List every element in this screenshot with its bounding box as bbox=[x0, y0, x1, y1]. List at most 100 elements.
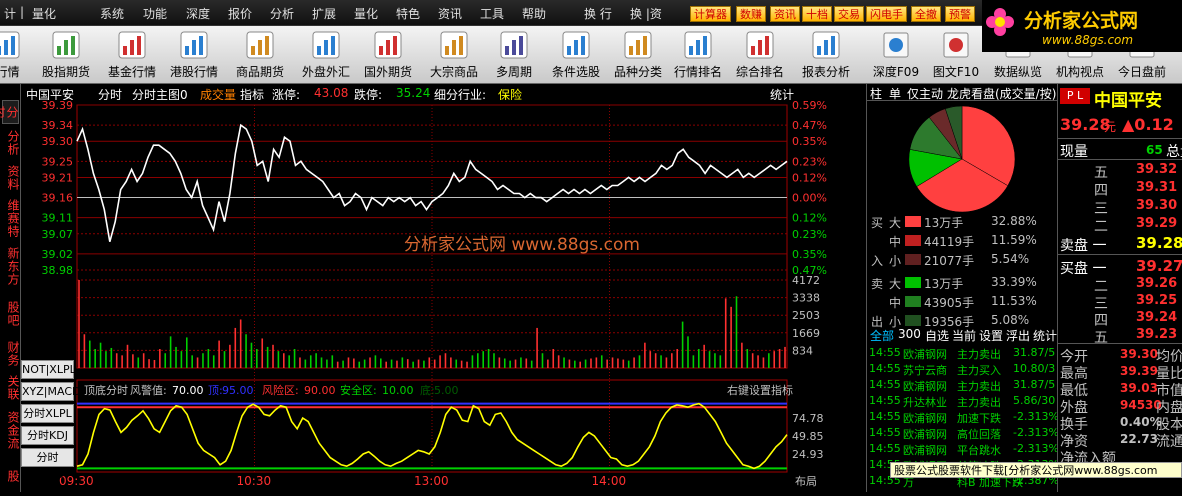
left-tab-6[interactable]: 财务 bbox=[2, 338, 20, 370]
left-tab-4[interactable]: 新东方 bbox=[2, 242, 20, 290]
level10-button[interactable]: 十档 bbox=[802, 6, 832, 22]
globe-chart-icon bbox=[312, 31, 340, 59]
menu-feature[interactable]: 特色 bbox=[396, 5, 420, 22]
left-tab-2[interactable]: 资料 bbox=[2, 162, 20, 194]
flow-value: 44119手 bbox=[924, 235, 975, 249]
bid-price: 39.23 bbox=[1136, 327, 1178, 342]
left-tab-3[interactable]: 维赛特 bbox=[2, 196, 20, 240]
stat-row: 最高 39.39 量比 bbox=[1058, 363, 1182, 382]
indicator-button-4[interactable]: 分时MACD bbox=[21, 448, 74, 481]
trade-button[interactable]: 交易 bbox=[834, 6, 864, 22]
toolbar-button-5[interactable]: 外盘外汇 bbox=[292, 28, 360, 82]
trade-row[interactable]: 14:55 欧浦钢网 加速下跌 -2.313% bbox=[867, 410, 1057, 426]
left-tab-5[interactable]: 股吧 bbox=[2, 292, 20, 336]
layout-button[interactable]: 布局 bbox=[795, 475, 817, 488]
flow-swatch bbox=[905, 254, 921, 265]
filter-watchlist[interactable]: 自选 bbox=[925, 327, 949, 344]
toolbar-button-9[interactable]: 条件选股 bbox=[542, 28, 610, 82]
menu-quant2[interactable]: 量化 bbox=[354, 5, 378, 22]
left-tab-1[interactable]: 分析 bbox=[2, 126, 20, 160]
menu-analysis[interactable]: 分析 bbox=[270, 5, 294, 22]
tab-single[interactable]: 单 bbox=[889, 85, 901, 102]
menu-quote[interactable]: 报价 bbox=[228, 5, 252, 22]
indicator-settings-hint[interactable]: 右键设置指标 bbox=[727, 383, 793, 397]
toolbar-button-10[interactable]: 品种分类 bbox=[604, 28, 672, 82]
toolbar-button-4[interactable]: 商品期货 bbox=[226, 28, 294, 82]
cancel-all-button[interactable]: 全撤 bbox=[911, 6, 941, 22]
toolbar-button-7[interactable]: 大宗商品 bbox=[420, 28, 488, 82]
trade-time: 14:55 bbox=[869, 378, 901, 391]
filter-float[interactable]: 浮出 bbox=[1006, 327, 1030, 344]
scroll-up-icon[interactable] bbox=[1, 86, 20, 98]
intraday-chart[interactable]: 39.39 0.59% 39.34 0.47% 39.30 0.35% 39.25 0.23%… bbox=[22, 100, 866, 492]
flow-sub: 中 bbox=[889, 296, 902, 310]
menu-extend[interactable]: 扩展 bbox=[312, 5, 336, 22]
menu-function[interactable]: 功能 bbox=[143, 5, 167, 22]
news-button[interactable]: 资讯 bbox=[770, 6, 800, 22]
trade-row[interactable]: 14:55 欧浦钢网 高位回落 -2.313% bbox=[867, 426, 1057, 442]
ad-banner[interactable]: 股票公式股票软件下载[分析家公式网www.88gs.com bbox=[890, 462, 1182, 478]
trade-row[interactable]: 14:55 欧浦钢网 主力卖出 31.87/5 bbox=[867, 378, 1057, 394]
tab-dragon-tiger[interactable]: 龙虎看盘(成交量/按) bbox=[947, 85, 1057, 102]
capital-flow-panel: 柱 单 仅主动 龙虎看盘(成交量/按) 买大 13万手 32.88% 中 44119手 1… bbox=[866, 84, 1057, 492]
pct-tick-label: 0.35% bbox=[792, 135, 827, 148]
indicator-button-0[interactable]: NOT|XLPL bbox=[21, 360, 76, 379]
menu-tools[interactable]: 工具 bbox=[480, 5, 504, 22]
indicator-header-text: 安全区: bbox=[340, 383, 377, 397]
toolbar-button-3[interactable]: 港股行情 bbox=[160, 28, 228, 82]
left-tab-9[interactable]: 股 bbox=[2, 456, 20, 496]
trade-row[interactable]: 14:55 苏宁云商 主力买入 10.80/3 bbox=[867, 362, 1057, 378]
tab-active-only[interactable]: 仅主动 bbox=[907, 85, 943, 102]
time-label: 09:30 bbox=[59, 474, 94, 488]
pct-tick-label: 0.12% bbox=[792, 212, 827, 225]
toolbar-button-8[interactable]: 多周期 bbox=[480, 28, 548, 82]
trade-row[interactable]: 14:55 升达林业 主力卖出 5.86/30 bbox=[867, 394, 1057, 410]
trade-stock: 苏宁云商 bbox=[903, 364, 947, 377]
calculator-button[interactable]: 计算器 bbox=[690, 6, 731, 22]
menu-system[interactable]: 系统 bbox=[100, 5, 124, 22]
indicator-button-2[interactable]: 分时XLPL bbox=[21, 404, 74, 423]
menu-switch-line[interactable]: 换 行 bbox=[584, 5, 612, 22]
toolbar-right-button-0[interactable]: 深度F09 bbox=[862, 28, 930, 82]
toolbar-button-12[interactable]: 综合排名 bbox=[726, 28, 794, 82]
bars-ranking-icon bbox=[746, 31, 774, 59]
filter-stat[interactable]: 统计 bbox=[1033, 327, 1057, 344]
stacks-icon bbox=[440, 31, 468, 59]
pl-badge: P L bbox=[1060, 88, 1090, 104]
toolbar-right-button-1[interactable]: 图文F10 bbox=[922, 28, 990, 82]
left-tab-8[interactable]: 资金流 bbox=[2, 406, 20, 454]
menu-info[interactable]: 资讯 bbox=[438, 5, 462, 22]
bid-label: 五 bbox=[1094, 330, 1108, 346]
flow-row: 中 43905手 11.53% bbox=[867, 292, 1057, 310]
flow-tabs: 柱 单 仅主动 龙虎看盘(成交量/按) bbox=[867, 84, 1057, 101]
tab-bar[interactable]: 柱 bbox=[870, 85, 882, 102]
indicator-button-3[interactable]: 分时KDJ bbox=[21, 426, 74, 445]
alert-button[interactable]: 预警 bbox=[945, 6, 975, 22]
trade-row[interactable]: 14:55 欧浦钢网 平台跳水 -2.313% bbox=[867, 442, 1057, 458]
toolbar-button-6[interactable]: 国外期货 bbox=[354, 28, 422, 82]
filter-settings[interactable]: 设置 bbox=[979, 327, 1003, 344]
price-tick-label: 39.11 bbox=[42, 212, 74, 225]
flow-swatch bbox=[905, 296, 921, 307]
earn-button[interactable]: 数赚 bbox=[736, 6, 766, 22]
left-tab-0[interactable]: 分时 bbox=[0, 100, 19, 124]
menu-help[interactable]: 帮助 bbox=[522, 5, 546, 22]
price-tick-label: 38.98 bbox=[42, 264, 74, 277]
trade-time: 14:55 bbox=[869, 410, 901, 423]
menu-quant[interactable]: 量化 bbox=[32, 5, 56, 22]
left-tab-7[interactable]: 关联 bbox=[2, 372, 20, 404]
filter-all[interactable]: 全部 bbox=[870, 327, 894, 344]
trade-row[interactable]: 14:55 欧浦钢网 主力卖出 31.87/5 bbox=[867, 346, 1057, 362]
menu-calc[interactable]: 计 bbox=[4, 5, 16, 22]
toolbar-button-13[interactable]: 报表分析 bbox=[792, 28, 860, 82]
menu-switch-info[interactable]: 换 |资 bbox=[630, 5, 662, 22]
toolbar-button-2[interactable]: 基金行情 bbox=[98, 28, 166, 82]
menu-depth[interactable]: 深度 bbox=[186, 5, 210, 22]
filter-current[interactable]: 当前 bbox=[952, 327, 976, 344]
bid1-label: 买盘 一 bbox=[1060, 261, 1107, 277]
toolbar-button-11[interactable]: 行情排名 bbox=[664, 28, 732, 82]
indicator-button-1[interactable]: XYZ|MACD bbox=[21, 382, 80, 401]
filter-300[interactable]: 300 bbox=[898, 327, 921, 341]
flash-trade-button[interactable]: 闪电手 bbox=[866, 6, 907, 22]
toolbar-button-1[interactable]: 股指期货 bbox=[32, 28, 100, 82]
